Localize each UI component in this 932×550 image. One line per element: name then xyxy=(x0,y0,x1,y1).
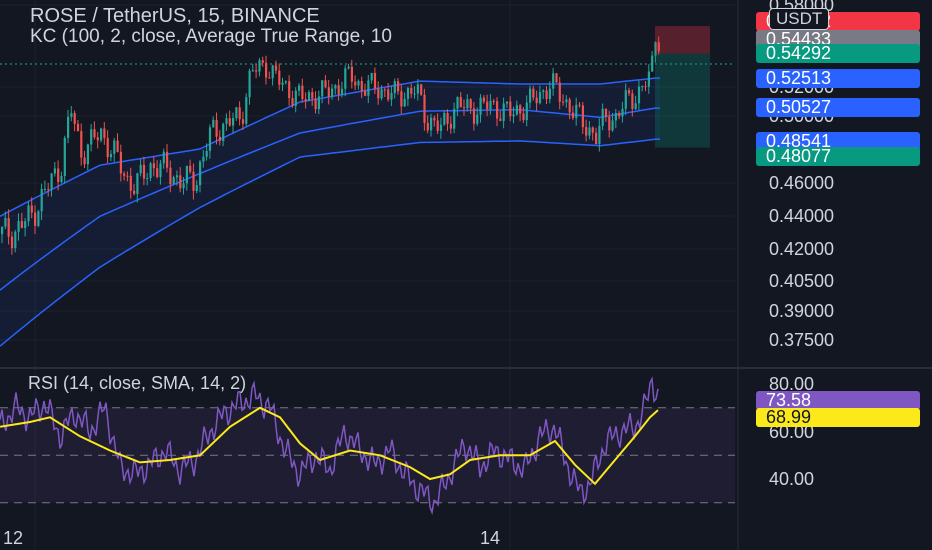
price-tick-label: 0.46000 xyxy=(769,173,835,193)
candle xyxy=(63,135,66,184)
indicator-legend[interactable]: KC (100, 2, close, Average True Range, 1… xyxy=(30,26,735,48)
candle xyxy=(255,63,258,79)
price-tick-label: 0.39000 xyxy=(769,301,835,321)
candle xyxy=(116,133,119,153)
candle xyxy=(96,132,99,149)
price-tick-label: 0.42000 xyxy=(769,239,835,259)
price-tag: 0.48077 xyxy=(756,147,920,166)
candle xyxy=(555,73,558,83)
candle xyxy=(357,79,360,90)
keltner-fill xyxy=(0,78,660,347)
candle xyxy=(354,75,357,91)
chart-title: ROSE / TetherUS, 15, BINANCE xyxy=(30,5,320,27)
candle xyxy=(83,150,86,169)
candle xyxy=(109,150,113,162)
candle xyxy=(278,63,281,91)
candle xyxy=(651,50,654,72)
candle xyxy=(60,171,63,184)
candle xyxy=(86,143,89,171)
candle xyxy=(274,60,278,75)
keltner-channel xyxy=(0,77,660,347)
price-tick-label: 0.37500 xyxy=(769,330,835,350)
candle xyxy=(80,123,83,166)
candle xyxy=(70,106,73,122)
candle xyxy=(298,83,301,97)
candle xyxy=(258,57,261,77)
candle xyxy=(245,93,248,127)
candle xyxy=(420,83,423,96)
candle xyxy=(67,109,70,144)
candle xyxy=(261,56,264,67)
candle xyxy=(238,101,241,126)
price-tag: 0.50527 xyxy=(756,98,920,117)
candle xyxy=(281,77,284,92)
candle xyxy=(73,110,76,132)
candle xyxy=(76,120,80,132)
candle xyxy=(37,209,40,228)
candle xyxy=(100,127,103,143)
rsi-pane xyxy=(0,376,735,516)
take-profit-zone[interactable] xyxy=(655,53,710,148)
time-tick-label: 12 xyxy=(3,528,24,548)
candle xyxy=(53,162,56,177)
candle xyxy=(212,116,215,128)
candle xyxy=(103,122,106,145)
candle xyxy=(90,123,93,152)
candle xyxy=(301,78,304,103)
candle xyxy=(284,80,287,85)
candle xyxy=(344,65,347,97)
candle xyxy=(324,75,327,89)
candle xyxy=(334,83,337,95)
rsi-legend[interactable]: RSI (14, close, SMA, 14, 2) xyxy=(28,373,246,394)
candle xyxy=(288,75,291,106)
currency-button[interactable]: USDT xyxy=(769,8,830,30)
candle xyxy=(268,71,271,79)
candle xyxy=(291,90,294,108)
rsi-tick-label: 40.00 xyxy=(769,469,815,489)
price-tick-label: 0.44000 xyxy=(769,206,835,226)
candle xyxy=(265,55,268,85)
candle xyxy=(248,68,251,105)
candle xyxy=(215,112,218,145)
candle xyxy=(271,64,274,86)
candle xyxy=(113,137,116,162)
time-tick-label: 14 xyxy=(480,528,501,548)
candle xyxy=(370,72,373,84)
candle xyxy=(43,180,47,193)
candle xyxy=(235,106,238,121)
rsi-tag: 68.99 xyxy=(756,408,920,427)
price-tick-label: 0.40500 xyxy=(769,271,835,291)
candle xyxy=(106,130,109,164)
price-tag: 0.54292 xyxy=(756,44,920,63)
candle xyxy=(228,110,231,127)
candle xyxy=(93,121,96,140)
price-tag: 0.52513 xyxy=(756,69,920,88)
candle xyxy=(251,63,254,72)
candle xyxy=(347,63,350,70)
candle xyxy=(307,90,311,102)
